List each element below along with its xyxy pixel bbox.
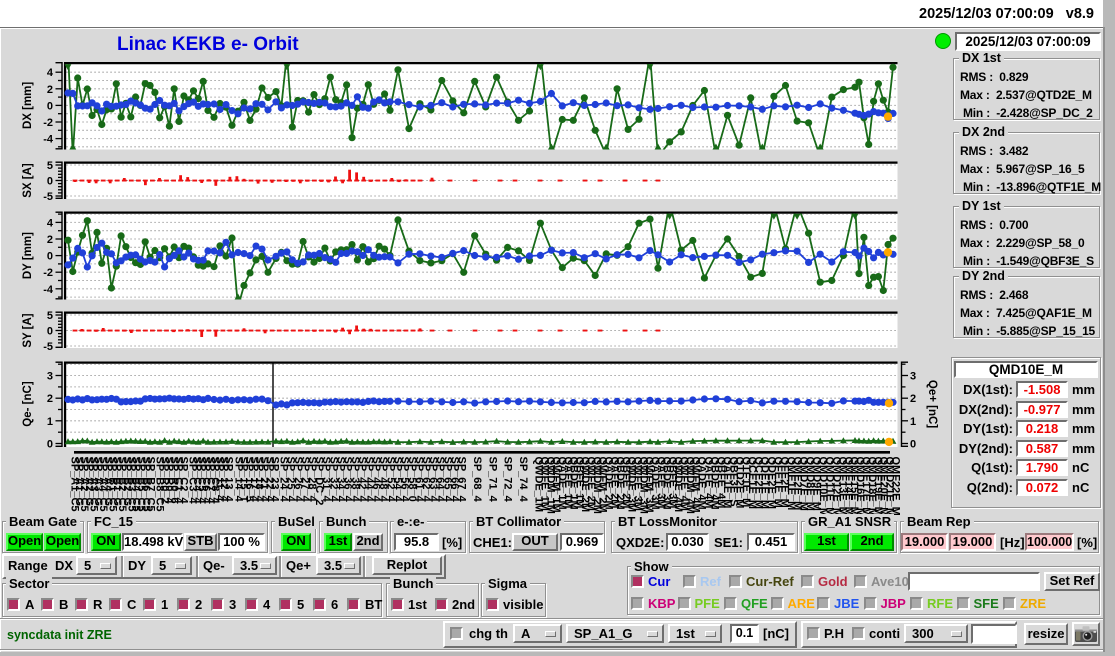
svg-text:SY [A]: SY [A] (22, 313, 34, 347)
svg-text:-4: -4 (43, 284, 54, 296)
svg-text:4: 4 (47, 67, 54, 79)
svg-text:5: 5 (47, 160, 53, 172)
svg-text:2: 2 (47, 84, 53, 96)
svg-text:SP_72_4: SP_72_4 (502, 457, 514, 503)
svg-text:3: 3 (910, 371, 916, 383)
svg-text:SP_68_4: SP_68_4 (471, 457, 483, 503)
svg-text:2: 2 (910, 393, 916, 405)
svg-text:QMF22E_M: QMF22E_M (890, 457, 902, 516)
svg-text:DY [mm]: DY [mm] (22, 232, 34, 279)
svg-text:1: 1 (47, 416, 53, 428)
svg-text:0: 0 (47, 326, 53, 338)
svg-text:-5: -5 (43, 341, 53, 353)
svg-text:1: 1 (910, 416, 916, 428)
svg-text:0: 0 (47, 439, 53, 451)
svg-text:SP_67_4: SP_67_4 (456, 457, 468, 503)
svg-text:0: 0 (910, 439, 916, 451)
svg-text:0: 0 (47, 100, 53, 112)
svg-text:Qe- [nC]: Qe- [nC] (22, 381, 34, 427)
svg-text:0: 0 (47, 251, 53, 263)
svg-text:5: 5 (47, 310, 53, 322)
svg-text:-4: -4 (43, 134, 54, 146)
svg-text:Qe+ [nC]: Qe+ [nC] (926, 380, 938, 428)
svg-text:0: 0 (47, 176, 53, 188)
svg-text:3: 3 (47, 371, 53, 383)
svg-text:2: 2 (47, 393, 53, 405)
svg-text:-2: -2 (43, 117, 53, 129)
svg-text:2: 2 (47, 234, 53, 246)
svg-text:SX [A]: SX [A] (22, 163, 34, 198)
svg-text:SP_74_4: SP_74_4 (517, 457, 529, 503)
svg-text:-2: -2 (43, 267, 53, 279)
svg-text:DX [mm]: DX [mm] (22, 82, 34, 129)
svg-text:-5: -5 (43, 191, 53, 203)
svg-text:SP_71_4: SP_71_4 (486, 457, 498, 503)
svg-text:4: 4 (47, 217, 54, 229)
